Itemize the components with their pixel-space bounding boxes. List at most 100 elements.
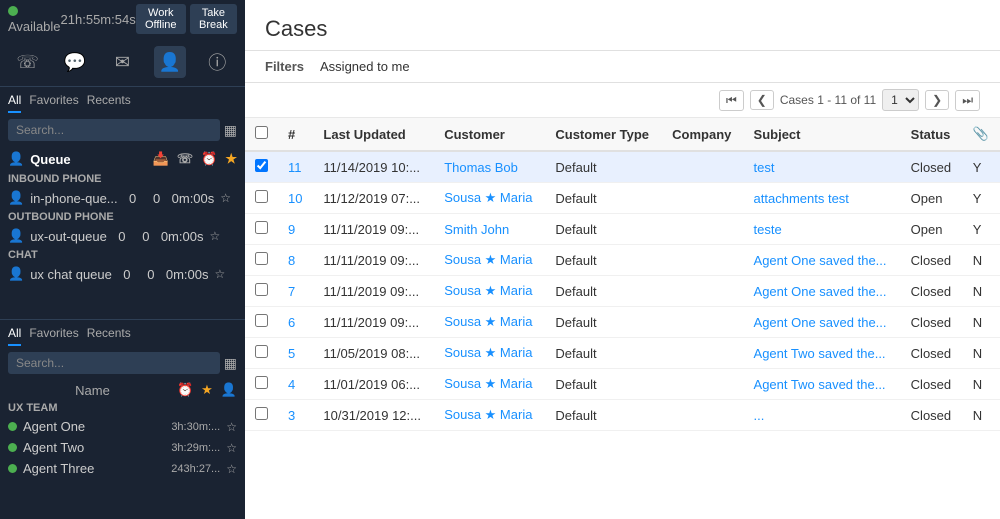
agent-add-col-icon[interactable]: 👤 [221,382,237,398]
last-page-button[interactable]: ⏭ [955,90,980,111]
case-id-link[interactable]: 8 [288,253,295,268]
row-company [662,183,743,214]
prev-page-button[interactable]: ❮ [750,90,774,110]
row-checkbox[interactable] [255,159,268,172]
agent-row-2[interactable]: Agent Three 243h:27... ☆ [0,458,245,479]
queue-clock-icon[interactable]: ⏰ [201,151,217,167]
next-page-button[interactable]: ❯ [925,90,949,110]
take-break-button[interactable]: Take Break [190,4,237,34]
customer-link[interactable]: Sousa ★ Maria [444,283,532,298]
customer-link[interactable]: Sousa ★ Maria [444,190,532,205]
case-id-link[interactable]: 4 [288,377,295,392]
tab-all-bottom[interactable]: All [8,326,21,346]
queue-add-icon[interactable]: 📥 [153,151,169,167]
case-id-link[interactable]: 5 [288,346,295,361]
row-flag: N [963,276,1000,307]
subject-link[interactable]: ... [754,408,765,423]
subject-link[interactable]: Agent Two saved the... [754,346,886,361]
queue-phone-icon[interactable]: ☏ [177,151,193,167]
subject-link[interactable]: Agent One saved the... [754,253,887,268]
subject-link[interactable]: attachments test [754,191,849,206]
row-last-updated: 11/05/2019 08:... [313,338,434,369]
first-page-button[interactable]: ⏮ [719,90,744,111]
case-id-link[interactable]: 7 [288,284,295,299]
person-icon-out: 👤 [8,228,24,244]
outbound-count-2: 0 [137,229,155,244]
outbound-star[interactable]: ☆ [209,229,220,243]
customer-link[interactable]: Thomas Bob [444,160,518,175]
row-checkbox[interactable] [255,221,268,234]
row-checkbox[interactable] [255,376,268,389]
person-icon[interactable]: 👤 [154,46,186,78]
row-checkbox-cell [245,338,278,369]
case-id-link[interactable]: 9 [288,222,295,237]
agent-row-0[interactable]: Agent One 3h:30m:... ☆ [0,416,245,437]
agent-row-1[interactable]: Agent Two 3h:29m:... ☆ [0,437,245,458]
queue-search-input[interactable] [8,119,220,141]
subject-link[interactable]: teste [754,222,782,237]
customer-link[interactable]: Sousa ★ Maria [444,252,532,267]
table-row[interactable]: 5 11/05/2019 08:... Sousa ★ Maria Defaul… [245,338,1000,369]
queue-section: All Favorites Recents ▦ 👤 Queue 📥 ☏ ⏰ ★ … [0,87,245,319]
queue-label: Queue [30,152,70,167]
chat-icon[interactable]: 💬 [59,46,91,78]
subject-link[interactable]: Agent One saved the... [754,315,887,330]
pagination-page-select[interactable]: 1 [882,89,919,111]
row-customer-type: Default [545,400,662,431]
inbound-star[interactable]: ☆ [220,191,231,205]
agent-1-star[interactable]: ☆ [226,441,237,455]
table-row[interactable]: 8 11/11/2019 09:... Sousa ★ Maria Defaul… [245,245,1000,276]
subject-link[interactable]: test [754,160,775,175]
table-row[interactable]: 6 11/11/2019 09:... Sousa ★ Maria Defaul… [245,307,1000,338]
row-checkbox[interactable] [255,407,268,420]
row-checkbox[interactable] [255,252,268,265]
agent-search-input[interactable] [8,352,220,374]
tab-favorites-top[interactable]: Favorites [29,93,78,113]
queue-star-icon[interactable]: ★ [225,151,237,167]
top-bar-buttons: Work Offline Take Break [136,4,237,34]
row-customer-type: Default [545,369,662,400]
customer-link[interactable]: Sousa ★ Maria [444,314,532,329]
tab-recents-top[interactable]: Recents [87,93,131,113]
table-row[interactable]: 7 11/11/2019 09:... Sousa ★ Maria Defaul… [245,276,1000,307]
table-row[interactable]: 11 11/14/2019 10:... Thomas Bob Default … [245,151,1000,183]
row-last-updated: 11/11/2019 09:... [313,276,434,307]
customer-link[interactable]: Sousa ★ Maria [444,407,532,422]
row-checkbox[interactable] [255,190,268,203]
agent-2-star[interactable]: ☆ [226,462,237,476]
work-offline-button[interactable]: Work Offline [136,4,186,34]
case-id-link[interactable]: 10 [288,191,302,206]
table-row[interactable]: 3 10/31/2019 12:... Sousa ★ Maria Defaul… [245,400,1000,431]
info-icon[interactable]: ⓘ [201,46,233,78]
queue-row-chat: 👤 ux chat queue 0 0 0m:00s ☆ [8,263,237,285]
customer-link[interactable]: Sousa ★ Maria [444,376,532,391]
customer-link[interactable]: Smith John [444,222,509,237]
email-icon[interactable]: ✉ [106,46,138,78]
filter-icon[interactable]: ▦ [224,122,237,139]
chat-star[interactable]: ☆ [215,267,226,281]
row-customer-type: Default [545,183,662,214]
phone-icon[interactable]: ☏ [12,46,44,78]
subject-link[interactable]: Agent One saved the... [754,284,887,299]
row-status: Closed [901,307,963,338]
agent-0-star[interactable]: ☆ [226,420,237,434]
subject-link[interactable]: Agent Two saved the... [754,377,886,392]
row-customer: Smith John [434,214,545,245]
agent-filter-icon[interactable]: ▦ [224,355,237,372]
row-customer: Sousa ★ Maria [434,338,545,369]
inbound-count-1: 0 [124,191,142,206]
row-checkbox[interactable] [255,314,268,327]
select-all-checkbox[interactable] [255,126,268,139]
row-checkbox[interactable] [255,345,268,358]
case-id-link[interactable]: 11 [288,160,302,175]
tab-favorites-bottom[interactable]: Favorites [29,326,78,346]
table-row[interactable]: 10 11/12/2019 07:... Sousa ★ Maria Defau… [245,183,1000,214]
table-row[interactable]: 4 11/01/2019 06:... Sousa ★ Maria Defaul… [245,369,1000,400]
case-id-link[interactable]: 6 [288,315,295,330]
table-row[interactable]: 9 11/11/2019 09:... Smith John Default t… [245,214,1000,245]
case-id-link[interactable]: 3 [288,408,295,423]
tab-recents-bottom[interactable]: Recents [87,326,131,346]
tab-all-top[interactable]: All [8,93,21,113]
customer-link[interactable]: Sousa ★ Maria [444,345,532,360]
row-checkbox[interactable] [255,283,268,296]
